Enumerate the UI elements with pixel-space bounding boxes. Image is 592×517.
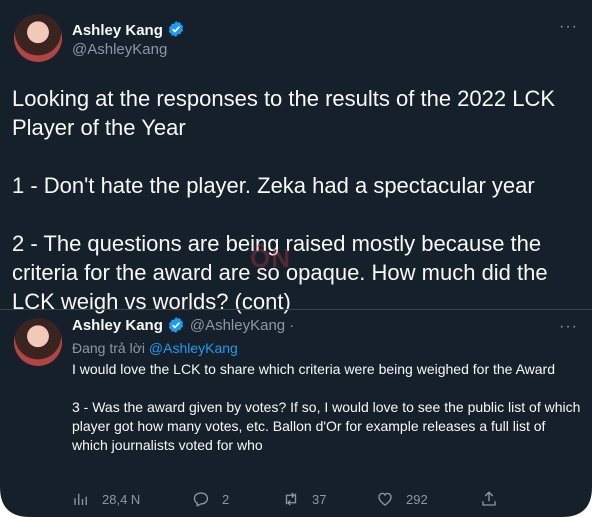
author-name-text: Ashley Kang — [72, 22, 163, 39]
replying-to-link[interactable]: @AshleyKang — [149, 340, 238, 356]
like-button[interactable]: 292 — [376, 490, 428, 508]
avatar[interactable] — [14, 14, 62, 62]
like-count: 292 — [406, 491, 428, 507]
replying-prefix: Đang trả lời — [72, 340, 149, 356]
share-icon — [482, 491, 496, 506]
verified-badge-icon — [168, 317, 183, 333]
divider — [0, 309, 592, 310]
views-icon — [74, 493, 87, 505]
corner-decoration — [0, 487, 30, 517]
corner-decoration — [562, 487, 592, 517]
author-name[interactable]: Ashley Kang — [72, 20, 185, 40]
verified-badge-icon — [168, 21, 183, 37]
reply-text: I would love the LCK to share which crit… — [72, 361, 581, 453]
avatar[interactable] — [14, 318, 62, 366]
action-bar: 28,4 N 2 37 292 — [0, 490, 592, 514]
reply-icon — [193, 492, 209, 507]
reply-count: 2 — [222, 491, 230, 507]
share-button[interactable] — [480, 490, 510, 508]
views-count: 28,4 N — [102, 491, 141, 507]
more-icon[interactable]: ··· — [559, 18, 578, 36]
reply-author-name[interactable]: Ashley Kang — [72, 317, 163, 334]
retweet-icon — [285, 492, 297, 506]
reply-button[interactable]: 2 — [192, 490, 229, 508]
retweet-count: 37 — [312, 491, 327, 507]
reply-author-handle[interactable]: @AshleyKang · — [190, 317, 294, 334]
retweet-button[interactable]: 37 — [282, 490, 326, 508]
reply-header: Ashley Kang @AshleyKang · — [72, 316, 294, 334]
like-icon — [378, 492, 392, 506]
replying-to: Đang trả lời @AshleyKang — [72, 340, 238, 356]
views-button[interactable]: 28,4 N — [72, 490, 140, 508]
more-icon[interactable]: ··· — [559, 318, 578, 336]
tweet-text: Looking at the responses to the results … — [12, 86, 556, 314]
author-handle[interactable]: @AshleyKang — [72, 41, 167, 58]
